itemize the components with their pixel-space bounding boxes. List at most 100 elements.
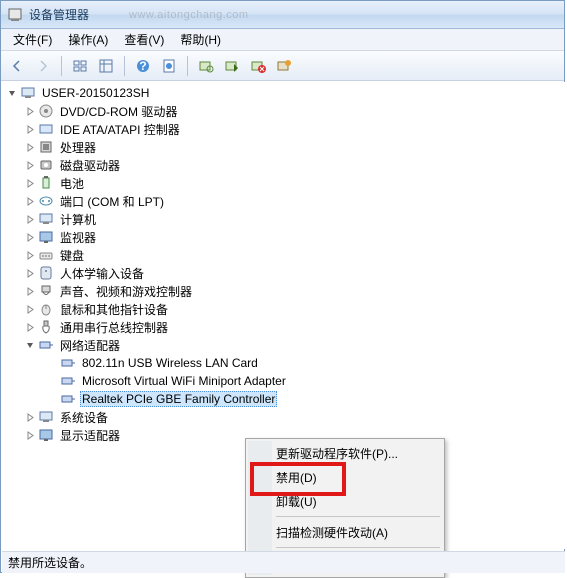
tree-node-label: IDE ATA/ATAPI 控制器: [58, 121, 182, 138]
help-button[interactable]: ?: [131, 54, 155, 78]
device-category-icon: [38, 301, 54, 317]
forward-button[interactable]: [31, 54, 55, 78]
cm-label: 更新驱动程序软件(P)...: [276, 445, 398, 462]
toolbar: ?: [1, 51, 564, 81]
collapse-icon[interactable]: [24, 339, 36, 351]
tree-node[interactable]: 声音、视频和游戏控制器: [2, 282, 565, 300]
network-adapter-icon: [38, 337, 54, 353]
tree-node[interactable]: 端口 (COM 和 LPT): [2, 192, 565, 210]
status-bar: 禁用所选设备。: [2, 551, 565, 573]
device-category-icon: [38, 427, 54, 443]
expand-icon[interactable]: [24, 213, 36, 225]
tree-node-label: DVD/CD-ROM 驱动器: [58, 103, 179, 120]
view-mode-button[interactable]: [68, 54, 92, 78]
menu-action[interactable]: 操作(A): [60, 29, 116, 50]
device-category-icon: [38, 139, 54, 155]
collapse-icon[interactable]: [6, 87, 18, 99]
expand-icon[interactable]: [24, 249, 36, 261]
expand-icon[interactable]: [24, 195, 36, 207]
device-category-icon: [38, 229, 54, 245]
tree-node-label: 监视器: [58, 229, 98, 246]
tree-node-label: 电池: [58, 175, 86, 192]
tree-node[interactable]: 处理器: [2, 138, 565, 156]
expand-icon[interactable]: [24, 141, 36, 153]
expand-icon[interactable]: [24, 231, 36, 243]
network-card-icon: [60, 355, 76, 371]
cm-scan[interactable]: 扫描检测硬件改动(A): [248, 520, 442, 544]
cm-update-driver[interactable]: 更新驱动程序软件(P)...: [248, 441, 442, 465]
tree-leaf-selected[interactable]: Realtek PCIe GBE Family Controller: [2, 390, 565, 408]
tree-node-label: 显示适配器: [58, 427, 122, 444]
tree-node-label: 处理器: [58, 139, 98, 156]
tree-node-label: 键盘: [58, 247, 86, 264]
computer-icon: [20, 85, 36, 101]
tree-node-label: 端口 (COM 和 LPT): [58, 193, 166, 210]
device-category-icon: [38, 247, 54, 263]
menu-help[interactable]: 帮助(H): [172, 29, 229, 50]
tree-node-label: 声音、视频和游戏控制器: [58, 283, 194, 300]
help2-button[interactable]: [157, 54, 181, 78]
tree-node[interactable]: 磁盘驱动器: [2, 156, 565, 174]
expand-icon[interactable]: [24, 411, 36, 423]
network-card-icon: [60, 391, 76, 407]
tree-node[interactable]: DVD/CD-ROM 驱动器: [2, 102, 565, 120]
cm-separator: [276, 516, 440, 517]
tree-leaf-label: Realtek PCIe GBE Family Controller: [80, 391, 277, 407]
cm-label: 卸载(U): [276, 493, 317, 510]
disable-device-button[interactable]: [246, 54, 270, 78]
tree-leaf-label: Microsoft Virtual WiFi Miniport Adapter: [80, 374, 288, 388]
tree-node[interactable]: 系统设备: [2, 408, 565, 426]
tree-node[interactable]: IDE ATA/ATAPI 控制器: [2, 120, 565, 138]
menu-view[interactable]: 查看(V): [116, 29, 172, 50]
tree-node-label: 人体学输入设备: [58, 265, 146, 282]
tree-node[interactable]: 鼠标和其他指针设备: [2, 300, 565, 318]
svg-text:?: ?: [139, 59, 146, 73]
status-text: 禁用所选设备。: [8, 554, 92, 571]
device-category-icon: [38, 175, 54, 191]
tree-node[interactable]: 键盘: [2, 246, 565, 264]
details-button[interactable]: [94, 54, 118, 78]
cm-label: 扫描检测硬件改动(A): [276, 524, 388, 541]
tree-node-label: 网络适配器: [58, 337, 122, 354]
tree-node-label: 鼠标和其他指针设备: [58, 301, 170, 318]
device-category-icon: [38, 409, 54, 425]
tree-node[interactable]: 电池: [2, 174, 565, 192]
expand-icon[interactable]: [24, 303, 36, 315]
cm-disable[interactable]: 禁用(D): [248, 465, 442, 489]
device-category-icon: [38, 157, 54, 173]
tree-node-label: 通用串行总线控制器: [58, 319, 170, 336]
tree-root-label: USER-20150123SH: [40, 86, 151, 100]
cm-label: 禁用(D): [276, 469, 317, 486]
tree-node-network[interactable]: 网络适配器: [2, 336, 565, 354]
device-category-icon: [38, 121, 54, 137]
tree-node[interactable]: 通用串行总线控制器: [2, 318, 565, 336]
url-watermark: www.aitongchang.com: [129, 9, 249, 21]
tree-node[interactable]: 人体学输入设备: [2, 264, 565, 282]
scan-hardware-button[interactable]: [194, 54, 218, 78]
update-driver-button[interactable]: [220, 54, 244, 78]
tree-node[interactable]: 计算机: [2, 210, 565, 228]
expand-icon[interactable]: [24, 123, 36, 135]
cm-uninstall[interactable]: 卸载(U): [248, 489, 442, 513]
tree-leaf[interactable]: Microsoft Virtual WiFi Miniport Adapter: [2, 372, 565, 390]
expand-icon[interactable]: [24, 177, 36, 189]
device-category-icon: [38, 211, 54, 227]
expand-icon[interactable]: [24, 105, 36, 117]
menu-file[interactable]: 文件(F): [5, 29, 60, 50]
tree-leaf-label: 802.11n USB Wireless LAN Card: [80, 356, 260, 370]
device-category-icon: [38, 319, 54, 335]
uninstall-button[interactable]: [272, 54, 296, 78]
expand-icon[interactable]: [24, 285, 36, 297]
tree-node-label: 计算机: [58, 211, 98, 228]
tree-node-label: 系统设备: [58, 409, 110, 426]
expand-icon[interactable]: [24, 159, 36, 171]
network-card-icon: [60, 373, 76, 389]
back-button[interactable]: [5, 54, 29, 78]
app-icon: [7, 7, 23, 23]
expand-icon[interactable]: [24, 267, 36, 279]
tree-leaf[interactable]: 802.11n USB Wireless LAN Card: [2, 354, 565, 372]
tree-node[interactable]: 监视器: [2, 228, 565, 246]
expand-icon[interactable]: [24, 321, 36, 333]
expand-icon[interactable]: [24, 429, 36, 441]
tree-root[interactable]: USER-20150123SH: [2, 84, 565, 102]
